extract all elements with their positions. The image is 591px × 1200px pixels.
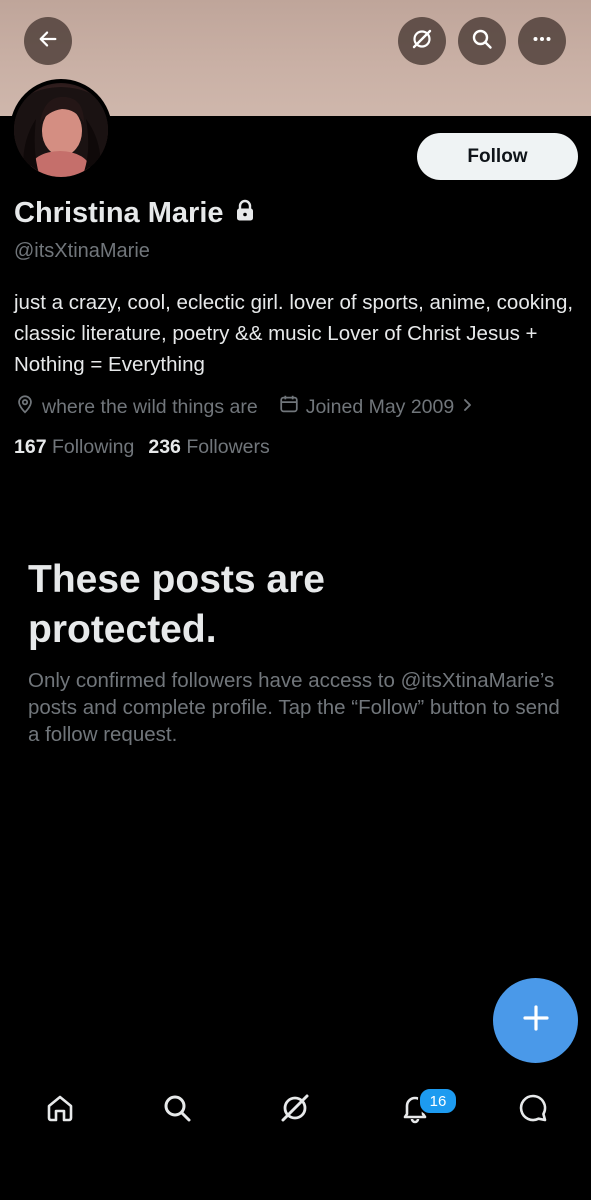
bio: just a crazy, cool, eclectic girl. lover… <box>14 291 574 376</box>
handle: @itsXtinaMarie <box>14 240 150 262</box>
compose-post-button[interactable] <box>493 978 578 1063</box>
follow-button[interactable]: Follow <box>417 133 578 180</box>
nav-search[interactable] <box>159 1092 195 1128</box>
avatar-photo <box>14 87 108 177</box>
arrow-left-icon <box>37 28 59 55</box>
followers-count: 236 <box>148 436 181 458</box>
follow-stats: 167 Following 236 Followers <box>14 436 270 459</box>
more-dots-icon <box>530 27 554 56</box>
bottom-nav <box>0 1075 591 1145</box>
nav-grok[interactable] <box>277 1092 313 1128</box>
lock-icon <box>234 197 256 230</box>
search-button[interactable] <box>458 17 506 65</box>
home-icon <box>44 1092 76 1129</box>
nav-home[interactable] <box>42 1092 78 1128</box>
protected-description: Only confirmed followers have access to … <box>28 669 560 746</box>
more-options-button[interactable] <box>518 17 566 65</box>
location: where the wild things are <box>14 393 258 421</box>
display-name: Christina Marie <box>14 197 224 229</box>
messages-icon <box>516 1091 550 1130</box>
avatar[interactable] <box>10 79 112 181</box>
following-count: 167 <box>14 436 47 458</box>
grok-icon <box>410 27 434 56</box>
grok-button[interactable] <box>398 17 446 65</box>
search-icon <box>470 27 494 56</box>
profile-meta: where the wild things are Joined May 200… <box>14 393 476 421</box>
following-link[interactable]: 167 Following <box>14 436 134 459</box>
protected-title: These posts are protected. <box>28 558 325 651</box>
followers-label: Followers <box>186 436 270 458</box>
location-pin-icon <box>14 393 36 421</box>
calendar-icon <box>278 393 300 421</box>
display-name-row: Christina Marie <box>14 197 256 230</box>
notification-badge: 16 <box>418 1087 458 1115</box>
chevron-right-icon <box>460 396 476 419</box>
followers-link[interactable]: 236 Followers <box>148 436 269 459</box>
plus-icon <box>521 1003 551 1038</box>
search-icon <box>161 1092 193 1129</box>
joined-date[interactable]: Joined May 2009 <box>278 393 477 421</box>
grok-icon <box>278 1091 312 1130</box>
following-label: Following <box>51 436 135 458</box>
nav-messages[interactable] <box>515 1092 551 1128</box>
joined-text: Joined May 2009 <box>305 395 455 418</box>
location-text: where the wild things are <box>42 395 258 418</box>
back-button[interactable] <box>24 17 72 65</box>
